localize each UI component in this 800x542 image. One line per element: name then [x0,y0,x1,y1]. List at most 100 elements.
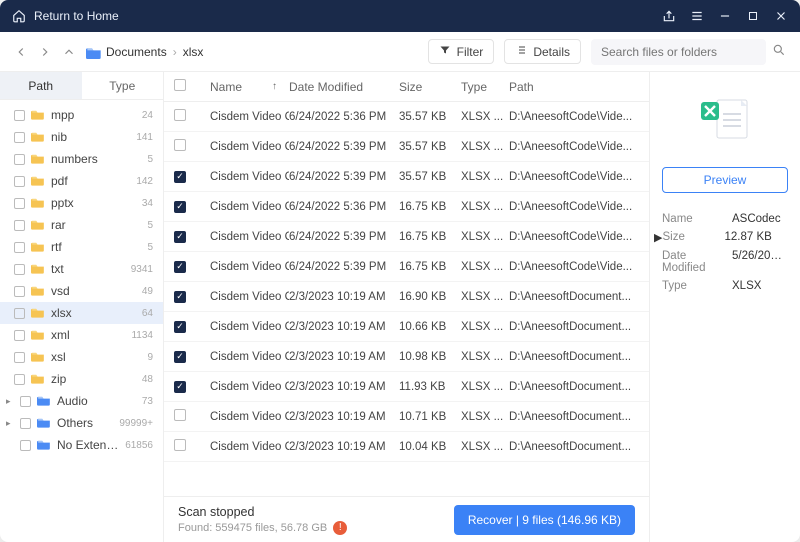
select-all-checkbox[interactable] [174,79,186,91]
sidebar-item-pptx[interactable]: pptx34 [0,192,163,214]
checkbox[interactable] [14,330,25,341]
sidebar-category-audio[interactable]: ▸Audio73 [0,390,163,412]
file-row[interactable]: Cisdem Video Converter 5.0.0...6/24/2022… [164,222,649,252]
sidebar-item-rar[interactable]: rar5 [0,214,163,236]
checkbox[interactable] [14,308,25,319]
sidebar-item-zip[interactable]: zip48 [0,368,163,390]
sidebar-item-rtf[interactable]: rtf5 [0,236,163,258]
info-date-key: Date Modified [662,250,732,274]
checkbox[interactable] [14,198,25,209]
row-checkbox[interactable] [174,291,186,303]
checkbox[interactable] [14,110,25,121]
info-name-key: Name [662,213,732,225]
breadcrumb-item[interactable]: xlsx [183,45,204,59]
search-icon[interactable] [772,43,786,60]
recover-button[interactable]: Recover | 9 files (146.96 KB) [454,505,635,535]
checkbox[interactable] [14,176,25,187]
file-row[interactable]: Cisdem Video Converter 7.0-...2/3/2023 1… [164,312,649,342]
maximize-icon[interactable] [746,9,760,23]
file-row[interactable]: Cisdem Video Converter 7.0-...2/3/2023 1… [164,372,649,402]
row-checkbox[interactable] [174,201,186,213]
sidebar-item-nib[interactable]: nib141 [0,126,163,148]
tab-type[interactable]: Type [82,72,164,99]
sidebar-item-xml[interactable]: xml1134 [0,324,163,346]
filter-label: Filter [457,45,484,59]
sidebar-item-xlsx[interactable]: xlsx64 [0,302,163,324]
minimize-icon[interactable] [718,9,732,23]
cell-size: 16.75 KB [399,201,461,213]
checkbox[interactable] [14,242,25,253]
cell-path: D:\AneesoftCode\Vide... [509,141,639,153]
nav-back-icon[interactable] [14,45,28,59]
chevron-right-icon[interactable]: ▸ [6,418,14,429]
file-row[interactable]: Cisdem Video Converter 5.0.0...6/24/2022… [164,192,649,222]
col-name[interactable]: Name ↑ [210,80,289,94]
sidebar-item-mpp[interactable]: mpp24 [0,104,163,126]
sidebar-item-vsd[interactable]: vsd49 [0,280,163,302]
row-checkbox[interactable] [174,139,186,151]
row-checkbox[interactable] [174,409,186,421]
checkbox[interactable] [14,374,25,385]
sidebar-item-numbers[interactable]: numbers5 [0,148,163,170]
sidebar-category-others[interactable]: ▸Others99999+ [0,412,163,434]
checkbox[interactable] [14,286,25,297]
details-button[interactable]: Details [504,39,581,64]
preview-button[interactable]: Preview [662,167,788,193]
checkbox[interactable] [20,418,31,429]
sidebar-category-no-extension[interactable]: No Extension61856 [0,434,163,456]
file-row[interactable]: Cisdem Video Converter 5.0.0...6/24/2022… [164,252,649,282]
file-list[interactable]: Cisdem Video Converter 4.8.0...6/24/2022… [164,102,649,496]
home-icon[interactable] [12,9,26,23]
sidebar-tree[interactable]: mpp24nib141numbers5pdf142pptx34rar5rtf5t… [0,100,163,542]
return-home-link[interactable]: Return to Home [34,9,119,23]
tab-path[interactable]: Path [0,72,82,99]
file-row[interactable]: Cisdem Video Converter 7.1-...2/3/2023 1… [164,432,649,462]
cell-type: XLSX ... [461,111,509,123]
file-row[interactable]: Cisdem Video Converter 4.8.0...6/24/2022… [164,102,649,132]
sidebar-item-count: 49 [142,286,153,297]
sidebar-item-xsl[interactable]: xsl9 [0,346,163,368]
col-date[interactable]: Date Modified [289,80,399,94]
row-checkbox[interactable] [174,351,186,363]
checkbox[interactable] [20,440,31,451]
menu-icon[interactable] [690,9,704,23]
col-path[interactable]: Path [509,80,639,94]
row-checkbox[interactable] [174,321,186,333]
folder-icon [31,197,45,209]
app-window: { "titlebar": { "return_home": "Return t… [0,0,800,542]
sidebar-item-txt[interactable]: txt9341 [0,258,163,280]
breadcrumb[interactable]: Documents › xlsx [86,45,203,59]
file-row[interactable]: Cisdem Video Converter 7.0-...2/3/2023 1… [164,402,649,432]
file-row[interactable]: Cisdem Video Converter 7.0-...2/3/2023 1… [164,282,649,312]
row-checkbox[interactable] [174,439,186,451]
col-type[interactable]: Type [461,80,509,94]
sidebar-item-pdf[interactable]: pdf142 [0,170,163,192]
close-icon[interactable] [774,9,788,23]
nav-up-icon[interactable] [62,45,76,59]
file-row[interactable]: Cisdem Video Converter 7.0-...2/3/2023 1… [164,342,649,372]
checkbox[interactable] [14,264,25,275]
row-checkbox[interactable] [174,109,186,121]
col-size[interactable]: Size [399,80,461,94]
breadcrumb-item[interactable]: Documents [106,45,167,59]
row-checkbox[interactable] [174,261,186,273]
cell-date: 6/24/2022 5:39 PM [289,141,399,153]
cell-name: Cisdem Video Converter 7.1-... [210,441,289,453]
row-checkbox[interactable] [174,171,186,183]
play-icon[interactable]: ▶ [654,231,662,244]
checkbox[interactable] [14,132,25,143]
share-icon[interactable] [662,9,676,23]
row-checkbox[interactable] [174,381,186,393]
row-checkbox[interactable] [174,231,186,243]
chevron-right-icon[interactable]: ▸ [6,396,14,407]
titlebar: Return to Home [0,0,800,32]
nav-forward-icon[interactable] [38,45,52,59]
checkbox[interactable] [14,220,25,231]
file-row[interactable]: Cisdem Video Converter 4.8.0...6/24/2022… [164,162,649,192]
checkbox[interactable] [14,154,25,165]
file-row[interactable]: Cisdem Video Converter 4.8.0...6/24/2022… [164,132,649,162]
search-input[interactable] [591,39,766,65]
checkbox[interactable] [14,352,25,363]
checkbox[interactable] [20,396,31,407]
filter-button[interactable]: Filter [428,39,495,64]
